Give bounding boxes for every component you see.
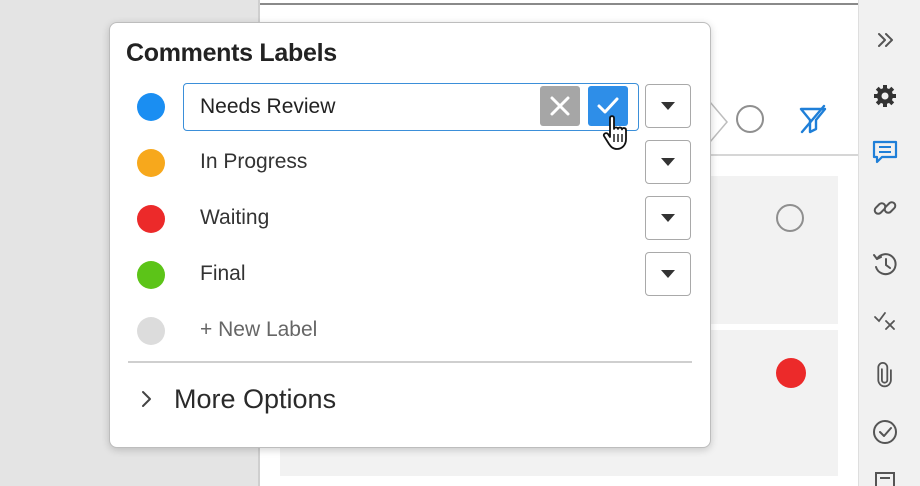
new-label-button[interactable]: + New Label <box>200 318 317 342</box>
history-icon[interactable] <box>868 247 902 281</box>
paperclip-icon[interactable] <box>868 359 902 393</box>
label-name: Final <box>200 262 246 285</box>
popover-divider <box>128 361 692 363</box>
comment-icon[interactable] <box>868 135 902 169</box>
popover-title: Comments Labels <box>126 39 337 67</box>
right-toolbar <box>858 0 920 486</box>
filter-off-icon[interactable] <box>796 102 830 136</box>
more-options-label: More Options <box>174 383 337 414</box>
caret-down-icon <box>661 270 675 278</box>
comments-labels-popover: Comments Labels Needs Review In Progress… <box>109 22 711 448</box>
status-circle-outline[interactable] <box>736 105 764 133</box>
gear-icon[interactable] <box>868 79 902 113</box>
chevron-right-icon <box>142 391 151 407</box>
top-border <box>260 3 860 5</box>
link-icon[interactable] <box>868 191 902 225</box>
cancel-edit-button[interactable] <box>540 86 580 126</box>
caret-down-icon <box>661 158 675 166</box>
label-row-final[interactable]: Final <box>110 250 710 298</box>
new-label-row[interactable]: + New Label <box>110 306 710 354</box>
check-circle-icon[interactable] <box>868 415 902 449</box>
label-options-dropdown[interactable] <box>645 252 691 296</box>
more-options-toggle[interactable]: More Options <box>136 379 336 419</box>
label-name-input-value[interactable]: Needs Review <box>200 95 335 119</box>
status-circle-outline[interactable] <box>776 204 804 232</box>
popover-arrow <box>709 102 728 142</box>
label-name: In Progress <box>200 150 308 173</box>
label-color-dot[interactable] <box>137 149 165 177</box>
document-icon[interactable] <box>868 466 902 486</box>
status-dot-red[interactable] <box>776 358 806 388</box>
close-icon <box>550 96 570 116</box>
new-label-dot <box>137 317 165 345</box>
label-name: Waiting <box>200 206 270 229</box>
caret-down-icon <box>661 214 675 222</box>
caret-down-icon <box>661 102 675 110</box>
label-color-dot[interactable] <box>137 205 165 233</box>
label-color-dot[interactable] <box>137 261 165 289</box>
label-row-waiting[interactable]: Waiting <box>110 194 710 242</box>
check-x-icon[interactable] <box>868 303 902 337</box>
label-options-dropdown[interactable] <box>645 140 691 184</box>
double-chevron-right-icon[interactable] <box>868 23 902 57</box>
label-options-dropdown[interactable] <box>645 84 691 128</box>
hand-cursor-icon <box>602 115 627 150</box>
label-options-dropdown[interactable] <box>645 196 691 240</box>
label-color-dot[interactable] <box>137 93 165 121</box>
